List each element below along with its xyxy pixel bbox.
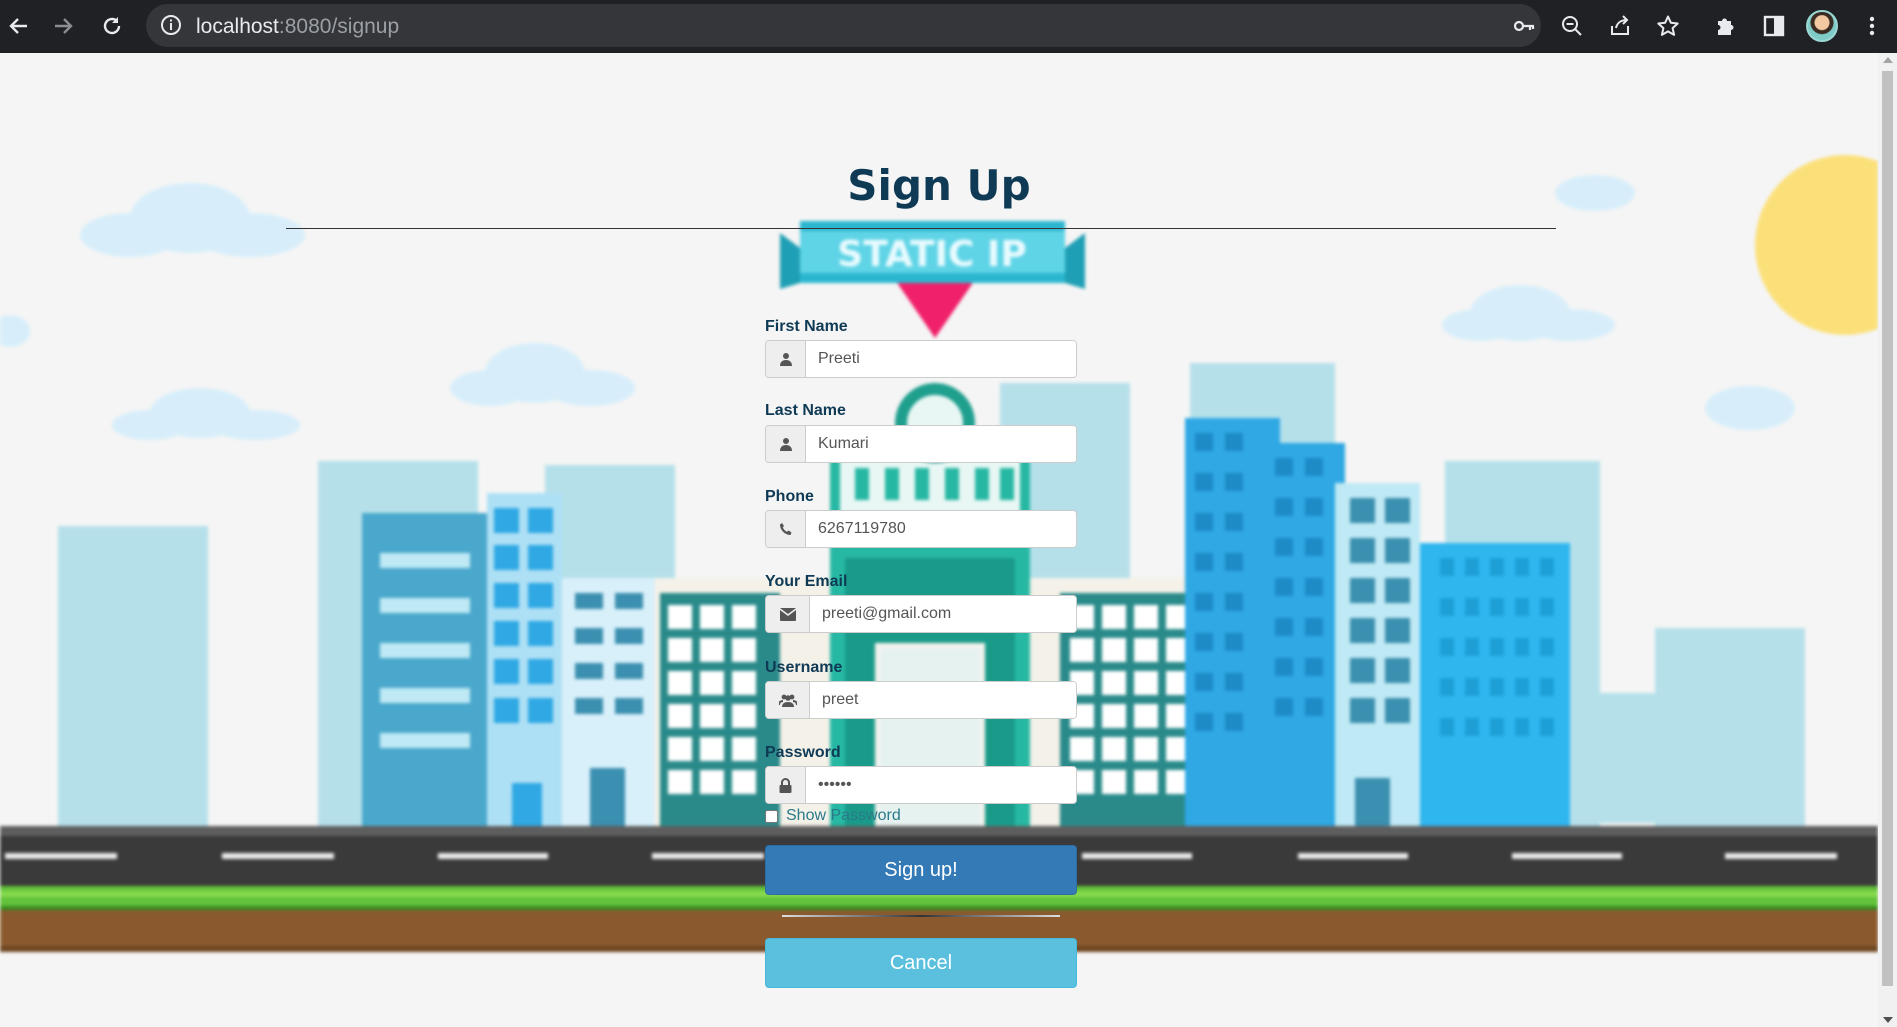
user-icon	[766, 341, 806, 377]
page-title: Sign Up	[847, 161, 1031, 210]
share-icon[interactable]	[1604, 10, 1636, 42]
phone-input[interactable]	[806, 511, 1076, 547]
info-icon[interactable]	[160, 14, 182, 41]
url-path: :8080/signup	[278, 15, 400, 38]
show-password-label[interactable]: Show Password	[786, 807, 901, 825]
title-divider	[286, 228, 1556, 229]
password-group	[765, 766, 1077, 804]
email-label: Your Email	[765, 573, 848, 590]
last-name-label: Last Name	[765, 402, 846, 419]
phone-icon	[766, 511, 806, 547]
email-input[interactable]	[810, 596, 1076, 632]
kebab-menu-icon[interactable]	[1856, 10, 1888, 42]
key-icon[interactable]	[1508, 10, 1540, 42]
email-group	[765, 595, 1077, 633]
scroll-down-icon[interactable]	[1883, 1017, 1893, 1023]
url-host: localhost	[196, 15, 279, 38]
lock-icon	[766, 767, 806, 803]
show-password-row: Show Password	[765, 807, 901, 825]
phone-group	[765, 510, 1077, 548]
signup-button[interactable]: Sign up!	[765, 845, 1077, 895]
username-group	[765, 681, 1077, 719]
username-label: Username	[765, 659, 843, 676]
first-name-input[interactable]	[806, 341, 1076, 377]
forward-arrow-icon[interactable]	[48, 10, 80, 42]
scrollbar-thumb[interactable]	[1882, 71, 1893, 986]
user-icon	[766, 426, 806, 462]
reload-icon[interactable]	[96, 10, 128, 42]
page-scrollbar[interactable]	[1878, 53, 1897, 1027]
password-label: Password	[765, 744, 841, 761]
password-input[interactable]	[806, 767, 1076, 803]
page-viewport: STATIC IP Sign Up First Name Last Name P…	[0, 53, 1878, 1027]
button-divider	[782, 915, 1060, 917]
profile-avatar[interactable]	[1806, 10, 1838, 42]
users-icon	[766, 682, 810, 718]
zoom-out-icon[interactable]	[1556, 10, 1588, 42]
envelope-icon	[766, 596, 810, 632]
username-input[interactable]	[810, 682, 1076, 718]
browser-toolbar: localhost:8080/signup	[0, 0, 1897, 53]
phone-label: Phone	[765, 488, 814, 505]
url-text: localhost:8080/signup	[196, 15, 399, 39]
star-icon[interactable]	[1652, 10, 1684, 42]
show-password-checkbox[interactable]	[765, 809, 778, 823]
address-bar[interactable]: localhost:8080/signup	[146, 4, 1541, 47]
puzzle-icon[interactable]	[1710, 10, 1742, 42]
scroll-up-icon[interactable]	[1883, 57, 1893, 63]
static-ip-sign-text: STATIC IP	[837, 234, 1026, 275]
cancel-button[interactable]: Cancel	[765, 938, 1077, 988]
first-name-label: First Name	[765, 318, 848, 335]
back-arrow-icon[interactable]	[2, 10, 34, 42]
last-name-group	[765, 425, 1077, 463]
side-panel-icon[interactable]	[1758, 10, 1790, 42]
first-name-group	[765, 340, 1077, 378]
last-name-input[interactable]	[806, 426, 1076, 462]
